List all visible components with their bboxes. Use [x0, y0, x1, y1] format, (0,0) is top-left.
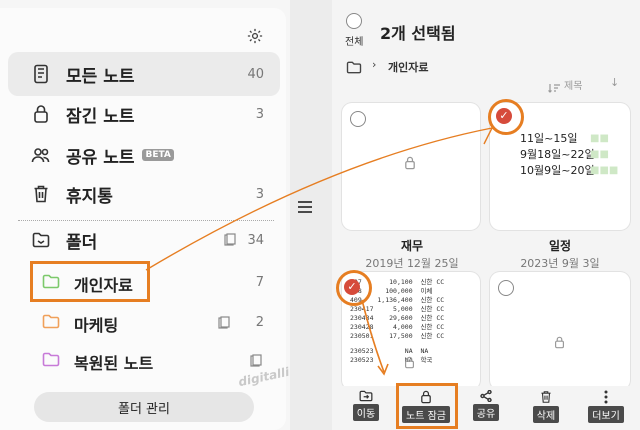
middle-strip	[290, 0, 332, 430]
table-row: 230501 17,500 신한 CC	[350, 332, 445, 340]
note-preview: 11일~15일 9월18일~22일 10월9일~20일	[520, 131, 595, 179]
share-label: 공유	[472, 404, 500, 421]
table-row: 230417 5,000 신한 CC	[350, 305, 445, 313]
chevron-right-icon: ›	[372, 58, 377, 71]
note-faded-text: ■■ ■■ ■■■	[590, 133, 619, 176]
notebook-icon	[26, 64, 56, 84]
note-title: 일정	[548, 239, 572, 253]
folder-label: 복원된 노트	[74, 354, 154, 373]
folders-label: 폴더	[66, 232, 98, 253]
selection-title: 2개 선택됨	[380, 24, 456, 43]
folder-label: 마케팅	[74, 316, 119, 335]
table-row: 230523 NA NA	[350, 347, 429, 355]
note-line: 10월9일~20일	[520, 164, 595, 177]
folder-count: 7	[255, 274, 264, 290]
select-all-label: 전체	[345, 37, 364, 48]
delete-button[interactable]: 삭제	[518, 390, 574, 423]
note-card[interactable]	[490, 272, 630, 390]
folder-green-icon	[42, 274, 60, 293]
trash-icon	[541, 391, 551, 403]
hamburger-menu-icon[interactable]	[298, 198, 312, 217]
sidebar-folder-marketing[interactable]: 마케팅 2	[8, 302, 280, 342]
more-label: 더보기	[588, 406, 624, 423]
select-all-checkbox[interactable]	[346, 13, 362, 29]
folder-sync-icon	[218, 315, 230, 334]
breadcrumb[interactable]: 개인자료	[388, 59, 428, 75]
table-row: 230523 NA 학국	[350, 356, 433, 364]
share-icon	[480, 390, 492, 402]
lock-icon	[421, 390, 431, 404]
note-checkbox[interactable]	[498, 280, 514, 296]
table-row: 230434 29,600 신한 CC	[350, 314, 445, 322]
note-checkbox[interactable]	[350, 111, 366, 127]
table-row: 230428 4,000 신한 CC	[350, 323, 445, 331]
sidebar-folder-personal[interactable]: 개인자료 7	[8, 262, 280, 302]
sidebar-item-trash[interactable]: 휴지통 3	[8, 172, 280, 216]
note-card[interactable]	[342, 103, 480, 230]
folder-count: 2	[255, 314, 264, 330]
sidebar-item-locked-notes[interactable]: 잠긴 노트 3	[8, 92, 280, 136]
beta-badge: BETA	[142, 149, 174, 161]
folder-purple-icon	[42, 352, 60, 371]
note-line: 9월18일~22일	[520, 148, 595, 161]
settings-gear-icon[interactable]	[246, 27, 264, 49]
more-button[interactable]: 더보기	[578, 390, 634, 423]
sidebar-item-shared-notes[interactable]: 공유 노트 BETA	[8, 133, 280, 177]
lock-icon	[404, 354, 415, 373]
more-vertical-icon	[604, 390, 608, 404]
lock-icon	[26, 104, 56, 124]
sidebar-item-label: 잠긴 노트	[66, 106, 135, 127]
sidebar-item-label: 공유 노트	[66, 147, 135, 168]
trash-icon	[26, 184, 56, 204]
note-checkbox-checked[interactable]: ✓	[344, 279, 360, 295]
folder-icon	[346, 59, 362, 78]
manage-folders-button[interactable]: 폴더 관리	[34, 392, 254, 422]
folder-icon	[26, 232, 56, 248]
notes-panel: 전체 2개 선택됨 › 개인자료 제목 ↓ 11일~15일 9월18일~22일 …	[332, 0, 640, 430]
note-checkbox-checked[interactable]: ✓	[496, 108, 512, 124]
folder-orange-icon	[42, 314, 60, 333]
note-date: 2019년 12월 25일	[365, 257, 459, 270]
note-line: 11일~15일	[520, 132, 578, 145]
sidebar-item-count: 3	[255, 186, 264, 202]
lock-icon	[554, 334, 565, 353]
folder-sync-icon	[224, 232, 236, 251]
sidebar-item-label: 휴지통	[66, 186, 113, 207]
move-folder-icon	[359, 390, 373, 402]
sidebar-item-count: 3	[255, 106, 264, 122]
sidebar-item-count: 40	[247, 66, 264, 82]
move-label: 이동	[352, 404, 380, 421]
sort-label[interactable]: 제목	[564, 77, 582, 92]
sort-direction-icon[interactable]: ↓	[610, 76, 619, 89]
sidebar-item-all-notes[interactable]: 모든 노트 40	[8, 52, 280, 96]
lock-icon	[404, 155, 416, 174]
share-button[interactable]: 공유	[458, 390, 514, 421]
note-title: 재무	[400, 239, 424, 253]
people-icon	[26, 146, 56, 164]
sidebar-panel: 모든 노트 40 잠긴 노트 3 공유 노트 BETA 휴지통 3 폴더 34 …	[0, 0, 290, 430]
manage-folders-label: 폴더 관리	[118, 401, 170, 417]
delete-label: 삭제	[532, 406, 560, 423]
move-button[interactable]: 이동	[338, 390, 394, 421]
sort-icon[interactable]	[548, 78, 560, 97]
sidebar-item-label: 모든 노트	[66, 66, 135, 87]
folder-label: 개인자료	[74, 276, 133, 295]
folder-sync-icon	[250, 353, 262, 372]
lock-note-label: 노트 잠금	[402, 406, 450, 423]
folders-count: 34	[247, 232, 264, 248]
lock-note-button[interactable]: 노트 잠금	[398, 390, 454, 423]
note-date: 2023년 9월 3일	[520, 257, 600, 270]
sidebar-item-folders[interactable]: 폴더 34	[8, 218, 280, 262]
